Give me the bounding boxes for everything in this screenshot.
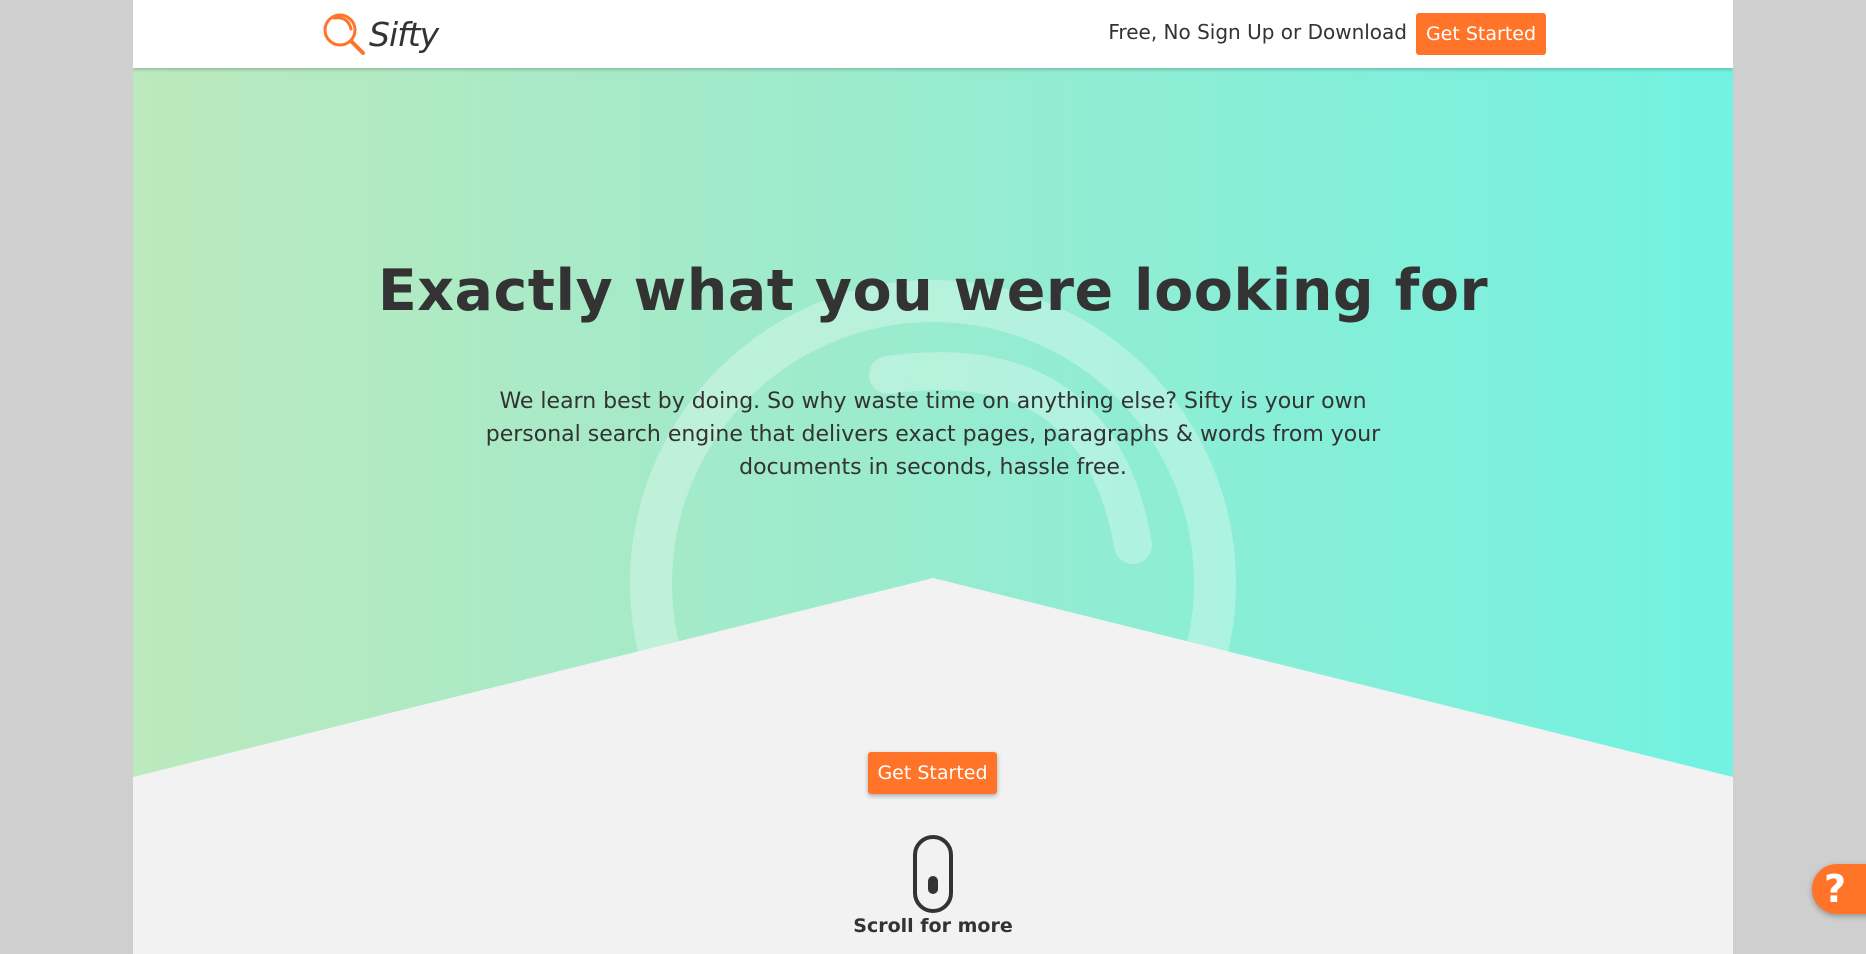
hero-title: Exactly what you were looking for	[377, 258, 1489, 324]
brand-logo[interactable]: Sifty	[321, 11, 439, 57]
scroll-hint: Scroll for more	[853, 915, 1013, 937]
mouse-scroll-icon[interactable]	[912, 834, 954, 914]
brand-name: Sifty	[369, 14, 439, 54]
question-mark-icon: ?	[1824, 867, 1847, 911]
hero-description: We learn best by doing. So why waste tim…	[485, 389, 1381, 480]
header-tagline: Free, No Sign Up or Download	[1108, 20, 1407, 44]
hero-get-started-button[interactable]: Get Started	[868, 752, 997, 794]
header-get-started-button[interactable]: Get Started	[1416, 13, 1546, 55]
help-button[interactable]: ?	[1812, 864, 1866, 914]
magnifier-logo-icon	[323, 13, 365, 55]
site-header: Sifty Free, No Sign Up or Download Get S…	[133, 0, 1733, 68]
page: Sifty Free, No Sign Up or Download Get S…	[133, 0, 1733, 954]
